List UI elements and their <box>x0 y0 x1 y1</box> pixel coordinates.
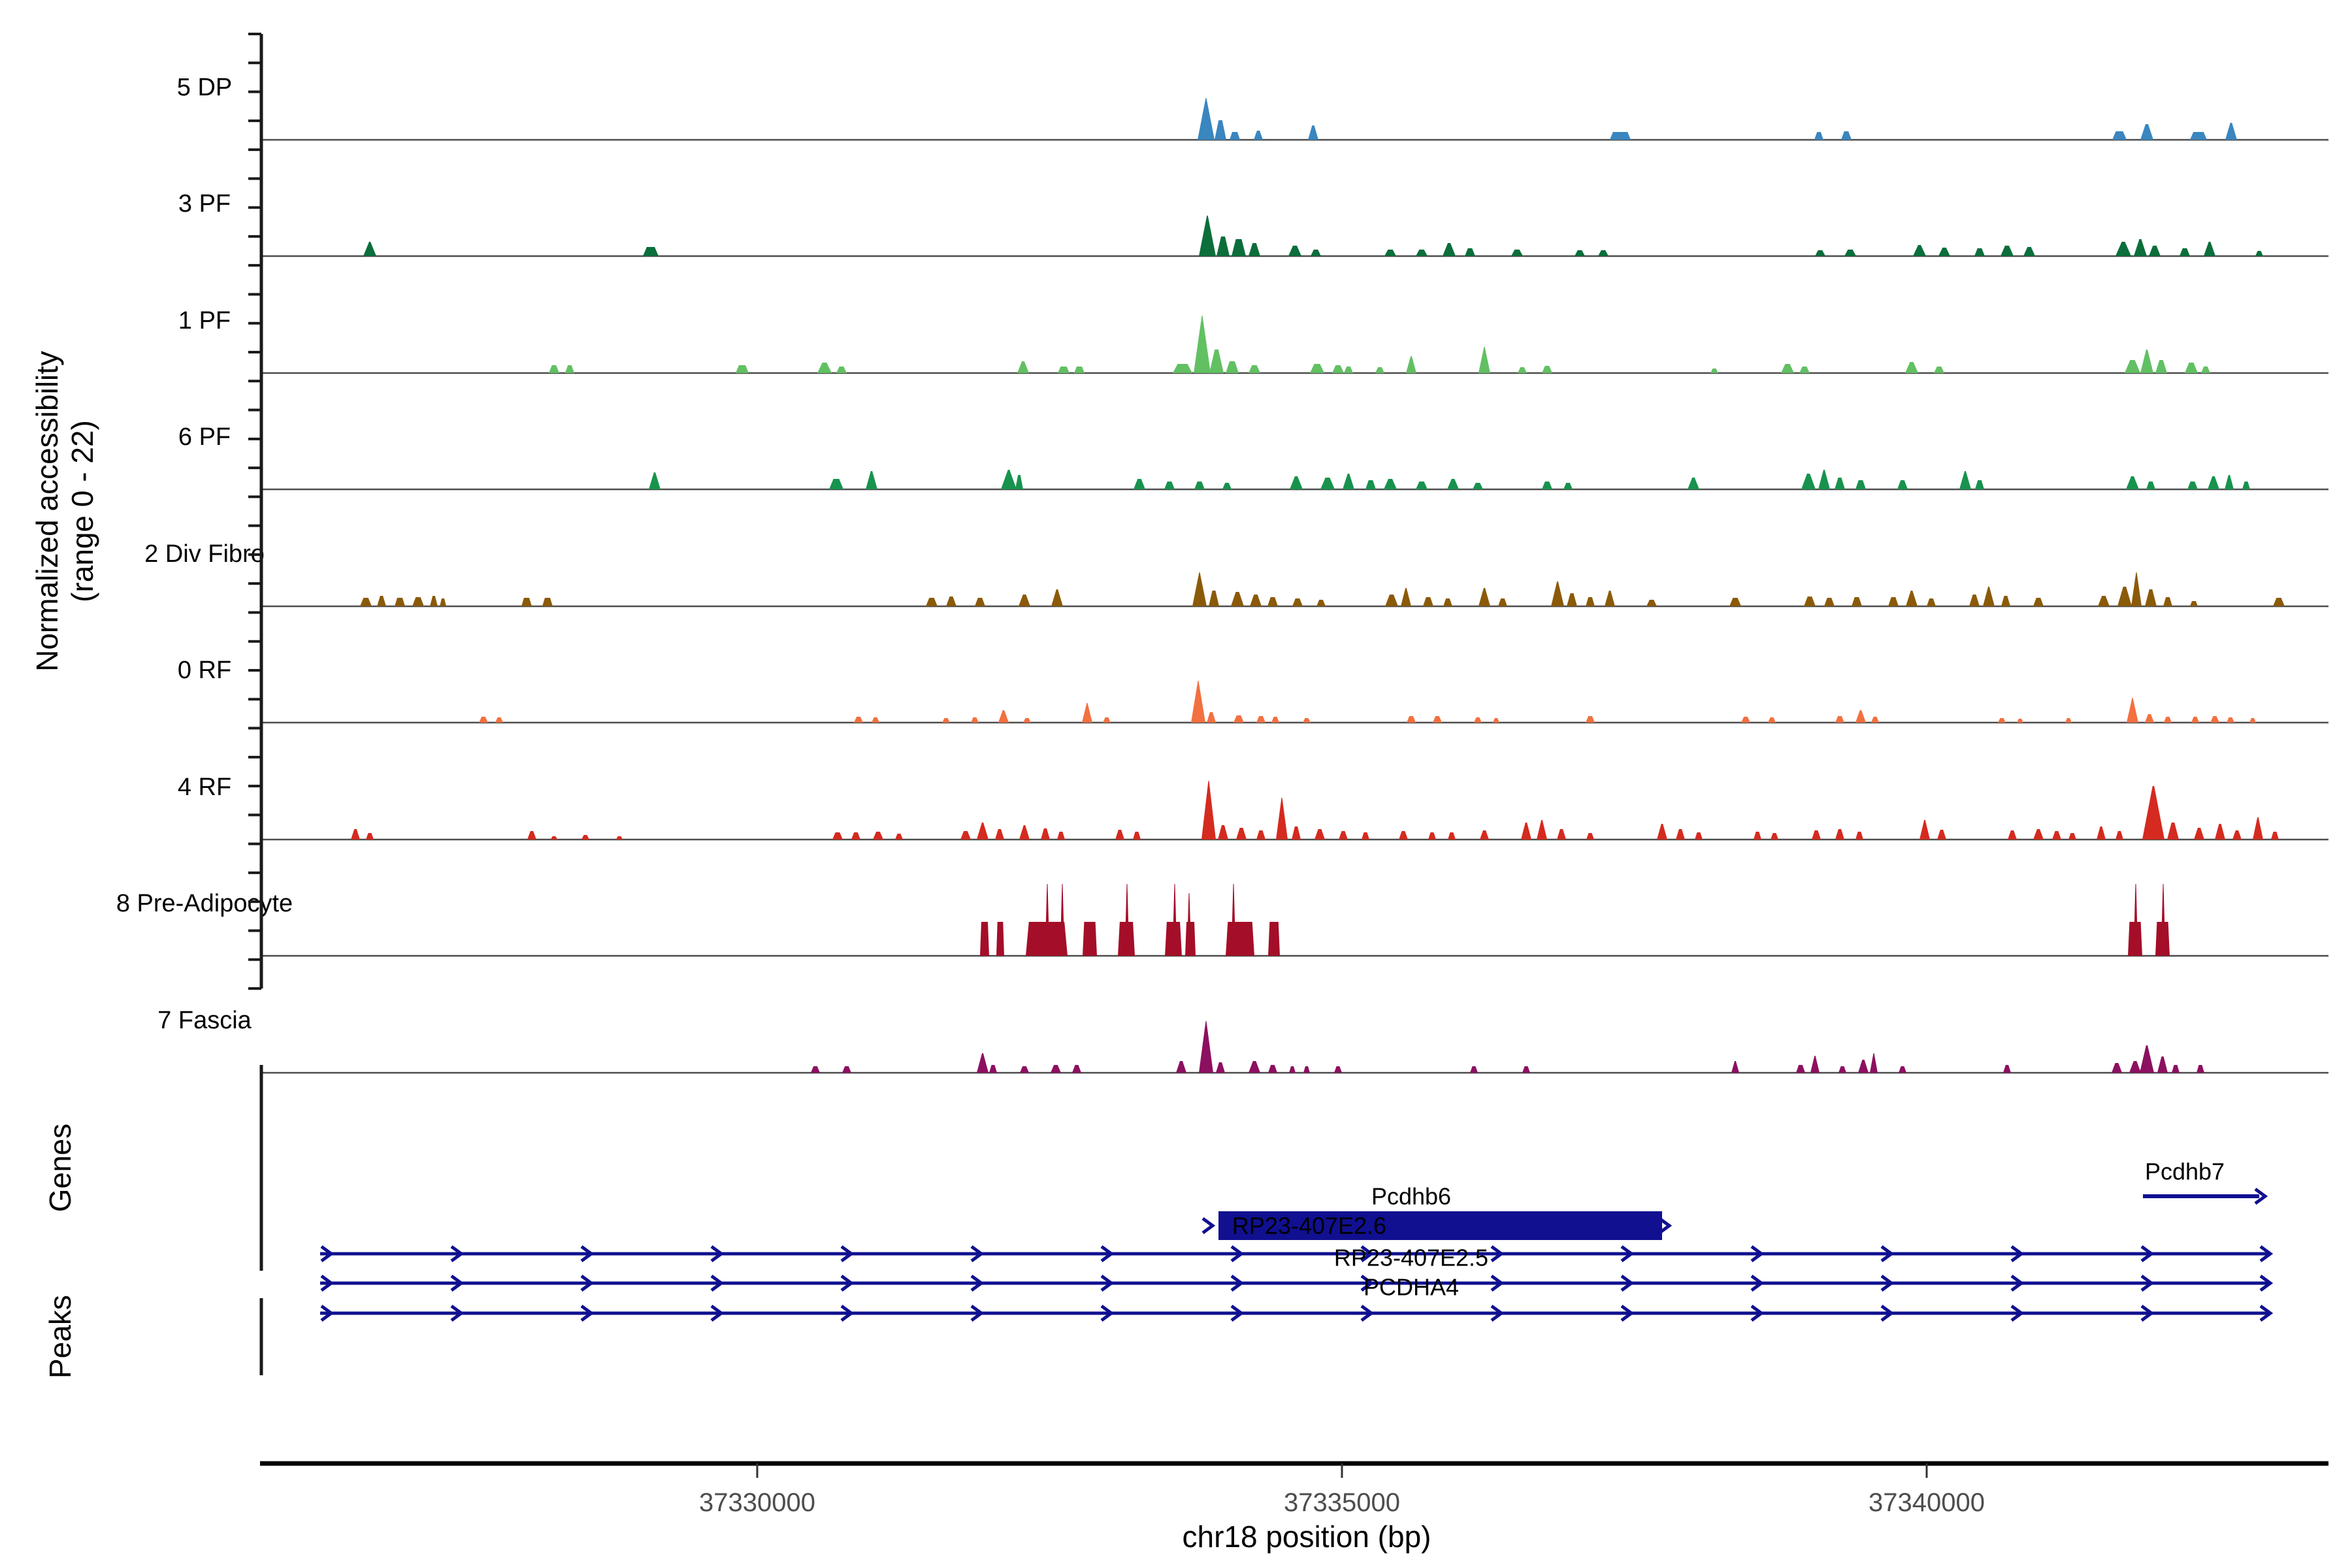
coverage-track: 4 RF <box>178 774 2328 840</box>
strand-arrow-icon <box>1203 1218 1213 1233</box>
track-signal <box>363 216 2263 256</box>
accessibility-tracks-group: 5 DP 3 PF 1 PF 6 PF 2 Div Fibro 0 RF 4 RF 8 Pre… <box>116 74 2328 1073</box>
track-signal <box>649 470 2250 489</box>
coverage-track: 3 PF <box>178 190 2328 256</box>
x-axis-group: 37330000 37335000 37340000 chr18 position (… <box>260 1463 2328 1554</box>
track-signal <box>1198 98 2237 140</box>
y-axis-title-line2: (range 0 - 22) <box>65 420 99 602</box>
coverage-plot: 5 DP 3 PF 1 PF 6 PF 2 Div Fibro 0 RF 4 RF 8 Pre… <box>0 0 2352 1568</box>
transcript-id-label: RP23-407E2.5 <box>1334 1245 1488 1271</box>
track-signal <box>811 1021 2204 1073</box>
coverage-track: 5 DP <box>177 74 2328 140</box>
coverage-track: 6 PF <box>178 423 2328 489</box>
track-label: 2 Div Fibro <box>144 540 265 568</box>
gene-name-label: Pcdhb7 <box>2145 1158 2225 1185</box>
coverage-track: 0 RF <box>178 657 2328 723</box>
transcript-id-label: PCDHA4 <box>1364 1274 1459 1301</box>
track-signal <box>479 681 2256 723</box>
y-axis-title-line1: Normalized accessibility <box>30 351 64 672</box>
track-label: 0 RF <box>178 657 231 684</box>
gene-row: RP23-407E2.5 <box>320 1245 2270 1271</box>
coverage-track: 7 Fascia <box>157 1007 2328 1073</box>
coverage-plot-page: 5 DP 3 PF 1 PF 6 PF 2 Div Fibro 0 RF 4 RF 8 Pre… <box>0 0 2352 1568</box>
track-label: 4 RF <box>178 774 231 801</box>
gene-name-label: Pcdhb6 <box>1371 1183 1451 1210</box>
coverage-track: 2 Div Fibro <box>144 540 2328 606</box>
gene-row: Pcdhb6 RP23-407E2.6 <box>1203 1183 1669 1241</box>
section-brackets-group: Genes Peaks <box>43 1065 261 1379</box>
coverage-track: 1 PF <box>178 307 2328 373</box>
x-axis-tick-label: 37335000 <box>1284 1488 1400 1517</box>
x-axis-tick-label: 37330000 <box>699 1488 815 1517</box>
gene-row <box>320 1306 2270 1320</box>
track-label: 3 PF <box>178 190 231 218</box>
transcript-id-label: RP23-407E2.6 <box>1232 1213 1386 1239</box>
gene-row: PCDHA4 <box>320 1274 2270 1301</box>
genes-section-label: Genes <box>43 1124 77 1213</box>
genes-annotation-group: Pcdhb7 Pcdhb6 RP23-407E2.6 RP23-407E2.5 PCDH… <box>320 1158 2270 1321</box>
track-signal <box>360 572 2285 606</box>
track-label: 8 Pre-Adipocyte <box>116 890 293 917</box>
track-signal <box>351 781 2279 840</box>
track-label: 1 PF <box>178 307 231 335</box>
track-signal <box>549 316 2210 373</box>
track-signal <box>980 884 2170 956</box>
peaks-section-label: Peaks <box>43 1295 77 1379</box>
track-label: 5 DP <box>177 74 232 101</box>
x-axis-tick-label: 37340000 <box>1869 1488 1985 1517</box>
coverage-track: 8 Pre-Adipocyte <box>116 884 2328 956</box>
track-label: 7 Fascia <box>157 1007 252 1034</box>
x-axis-title: chr18 position (bp) <box>1183 1520 1431 1554</box>
track-label: 6 PF <box>178 423 231 451</box>
y-axis-group: Normalized accessibility(range 0 - 22) <box>30 34 261 988</box>
gene-row: Pcdhb7 <box>2143 1158 2265 1204</box>
